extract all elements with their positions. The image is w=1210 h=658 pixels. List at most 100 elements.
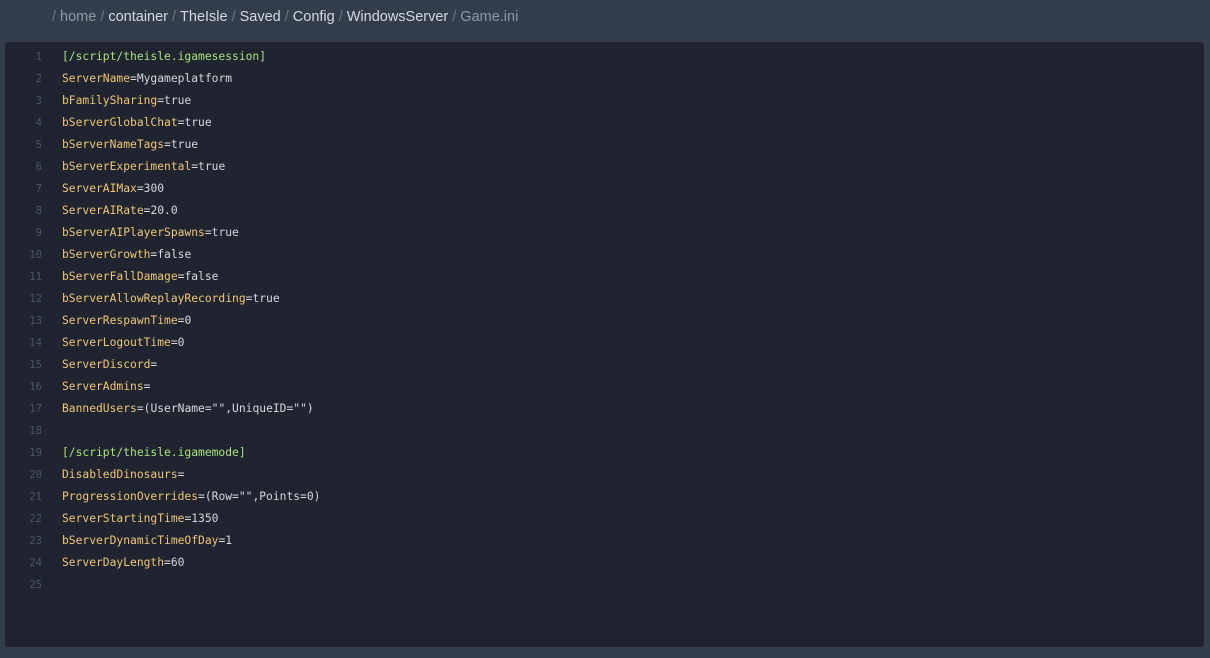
breadcrumb-separator: /	[284, 9, 289, 25]
code-line[interactable]: 20 DisabledDinosaurs=	[5, 464, 1204, 486]
ini-value: true	[164, 94, 192, 107]
line-number: 18	[29, 425, 42, 437]
ini-equals: =	[136, 182, 144, 195]
line-content: ServerRespawnTime=0	[62, 310, 191, 332]
breadcrumb-separator: /	[100, 9, 105, 25]
breadcrumb-item-theisle[interactable]: TheIsle	[180, 7, 228, 27]
code-line[interactable]: 7 ServerAIMax=300	[5, 178, 1204, 200]
ini-value: (Row="",Points=0)	[204, 490, 321, 503]
ini-value: 1350	[191, 512, 219, 525]
code-line[interactable]: 15 ServerDiscord=	[5, 354, 1204, 376]
ini-equals: =	[164, 556, 171, 569]
line-number: 4	[35, 117, 42, 129]
line-content: ServerLogoutTime=0	[62, 332, 184, 354]
code-line[interactable]: 25	[5, 574, 1204, 596]
line-number: 12	[29, 293, 42, 305]
code-line[interactable]: 24 ServerDayLength=60	[5, 552, 1204, 574]
line-content: [/script/theisle.igamesession]	[62, 46, 266, 68]
line-content: ServerDiscord=	[62, 354, 157, 376]
line-number: 24	[29, 557, 42, 569]
ini-value: 0	[184, 314, 192, 327]
ini-key: ServerDayLength	[62, 556, 165, 569]
breadcrumb-item-container[interactable]: container	[108, 7, 168, 27]
code-line[interactable]: 10 bServerGrowth=false	[5, 244, 1204, 266]
line-number: 9	[35, 227, 42, 239]
ini-key: ServerStartingTime	[62, 512, 185, 525]
breadcrumb-item-home[interactable]: home	[60, 7, 96, 27]
code-line[interactable]: 4 bServerGlobalChat=true	[5, 112, 1204, 134]
ini-value: false	[157, 248, 192, 261]
line-number: 7	[35, 183, 42, 195]
code-line[interactable]: 18	[5, 420, 1204, 442]
code-line[interactable]: 17 BannedUsers=(UserName="",UniqueID="")	[5, 398, 1204, 420]
code-line[interactable]: 2 ServerName=Mygameplatform	[5, 68, 1204, 90]
code-line[interactable]: 11 bServerFallDamage=false	[5, 266, 1204, 288]
breadcrumb-item-windowsserver[interactable]: WindowsServer	[347, 7, 449, 27]
ini-value: 0	[177, 336, 185, 349]
line-number: 3	[35, 95, 42, 107]
code-editor[interactable]: 1 [/script/theisle.igamesession] 2 ServerNa…	[5, 42, 1204, 647]
breadcrumb-separator: /	[172, 9, 177, 25]
line-content: ServerAIRate=20.0	[62, 200, 178, 222]
line-content: bServerFallDamage=false	[62, 266, 218, 288]
line-number: 1	[35, 51, 42, 63]
ini-key: bServerNameTags	[62, 138, 165, 151]
ini-equals: =	[157, 94, 165, 107]
line-content: bServerDynamicTimeOfDay=1	[62, 530, 232, 552]
breadcrumb-item-config[interactable]: Config	[293, 7, 335, 27]
line-number: 14	[29, 337, 42, 349]
line-number: 22	[29, 513, 42, 525]
breadcrumb-item-saved[interactable]: Saved	[240, 7, 281, 27]
line-number: 17	[29, 403, 42, 415]
line-content: ServerName=Mygameplatform	[62, 68, 232, 90]
code-line[interactable]: 23 bServerDynamicTimeOfDay=1	[5, 530, 1204, 552]
line-number: 21	[29, 491, 42, 503]
breadcrumb-separator: /	[52, 9, 57, 25]
ini-key: bServerGrowth	[62, 248, 151, 261]
code-line[interactable]: 21 ProgressionOverrides=(Row="",Points=0)	[5, 486, 1204, 508]
ini-key: bServerGlobalChat	[62, 116, 178, 129]
ini-value: (UserName="",UniqueID="")	[143, 402, 314, 415]
ini-value: true	[198, 160, 226, 173]
line-content: bServerAIPlayerSpawns=true	[62, 222, 239, 244]
code-line[interactable]: 6 bServerExperimental=true	[5, 156, 1204, 178]
line-number: 15	[29, 359, 42, 371]
ini-equals: =	[204, 226, 212, 239]
ini-key: bFamilySharing	[62, 94, 158, 107]
code-line[interactable]: 12 bServerAllowReplayRecording=true	[5, 288, 1204, 310]
code-line[interactable]: 8 ServerAIRate=20.0	[5, 200, 1204, 222]
ini-equals: =	[143, 380, 151, 393]
line-content: DisabledDinosaurs=	[62, 464, 184, 486]
code-line[interactable]: 13 ServerRespawnTime=0	[5, 310, 1204, 332]
line-content: bServerExperimental=true	[62, 156, 225, 178]
line-content: ServerAdmins=	[62, 376, 150, 398]
line-content: ProgressionOverrides=(Row="",Points=0)	[62, 486, 320, 508]
ini-equals: =	[164, 138, 171, 151]
code-line[interactable]: 19 [/script/theisle.igamemode]	[5, 442, 1204, 464]
ini-value: true	[170, 138, 199, 151]
line-content: bServerAllowReplayRecording=true	[62, 288, 280, 310]
line-number: 6	[35, 161, 42, 173]
ini-key: bServerAllowReplayRecording	[62, 292, 246, 305]
ini-key: DisabledDinosaurs	[62, 468, 178, 481]
ini-section-header: [/script/theisle.igamesession]	[62, 50, 267, 63]
ini-key: ServerLogoutTime	[62, 336, 171, 349]
code-line[interactable]: 1 [/script/theisle.igamesession]	[5, 46, 1204, 68]
code-line[interactable]: 14 ServerLogoutTime=0	[5, 332, 1204, 354]
code-line[interactable]: 9 bServerAIPlayerSpawns=true	[5, 222, 1204, 244]
line-content: bServerGrowth=false	[62, 244, 191, 266]
code-line[interactable]: 22 ServerStartingTime=1350	[5, 508, 1204, 530]
ini-key: ServerAIRate	[62, 204, 144, 217]
line-number: 19	[29, 447, 42, 459]
ini-value: true	[184, 116, 212, 129]
line-number: 5	[35, 139, 42, 151]
code-line[interactable]: 5 bServerNameTags=true	[5, 134, 1204, 156]
line-number: 20	[29, 469, 42, 481]
ini-key: BannedUsers	[62, 402, 137, 415]
ini-key: ServerRespawnTime	[62, 314, 178, 327]
line-content: ServerStartingTime=1350	[62, 508, 218, 530]
code-line[interactable]: 3 bFamilySharing=true	[5, 90, 1204, 112]
ini-key: ServerName	[62, 72, 131, 85]
ini-equals: =	[198, 490, 205, 503]
code-line[interactable]: 16 ServerAdmins=	[5, 376, 1204, 398]
